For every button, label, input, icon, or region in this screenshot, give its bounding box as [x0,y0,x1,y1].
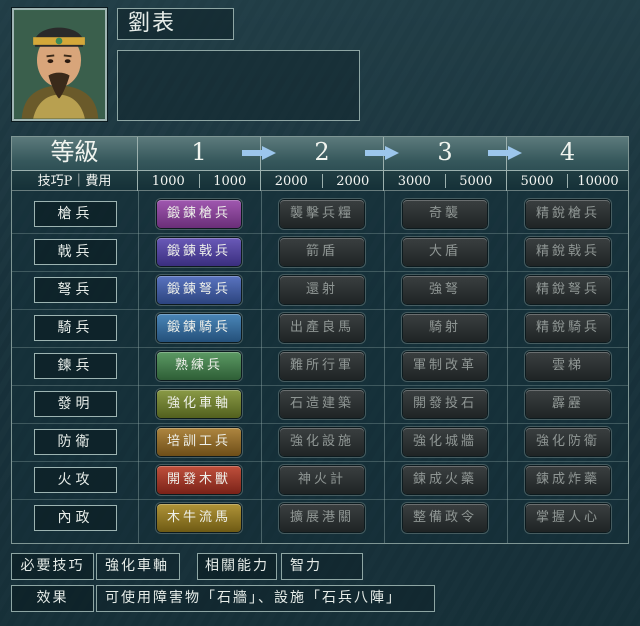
tier-cost-2: 2000 2000 [261,170,383,191]
arrow-right-icon [365,146,399,160]
tech-row-invention: 發明 強化車軸 石造建築 開發投石 霹靂 [12,386,628,424]
arrow-right-icon [488,146,522,160]
skill-button[interactable]: 鍛鍊弩兵 [157,276,241,304]
tier-gold-cost: 1000 [213,174,247,189]
tier-tech-points: 3000 [397,174,431,189]
skill-button[interactable]: 襲擊兵糧 [280,200,364,228]
skill-button[interactable]: 奇襲 [403,200,487,228]
skill-button[interactable]: 精銳槍兵 [526,200,610,228]
tier-gold-cost: 2000 [336,174,370,189]
tier-gold-cost: 10000 [577,174,619,189]
related-ability-value: 智力 [281,553,363,580]
effect-label: 效果 [11,585,94,612]
category-label: 發明 [34,391,117,417]
tech-row-halberd: 戟兵 鍛鍊戟兵 箭盾 大盾 精銳戟兵 [12,234,628,272]
required-skill-value: 強化車軸 [96,553,180,580]
skill-button[interactable]: 大盾 [403,238,487,266]
skill-button[interactable]: 開發木獸 [157,466,241,494]
arrow-right-icon [242,146,276,160]
category-label: 內政 [34,505,117,531]
tier-level-4: 4 [559,138,576,166]
category-label: 戟兵 [34,239,117,265]
skill-button[interactable]: 強化城牆 [403,428,487,456]
skill-button[interactable]: 鍊成炸藥 [526,466,610,494]
related-ability-label: 相關能力 [197,553,277,580]
skill-button[interactable]: 箭盾 [280,238,364,266]
skill-button[interactable]: 鍛鍊戟兵 [157,238,241,266]
tier-cost-1: 1000 1000 [138,170,260,191]
officer-description [117,50,360,121]
skill-button[interactable]: 整備政令 [403,504,487,532]
category-label: 弩兵 [34,277,117,303]
tier-tech-points: 1000 [151,174,185,189]
skill-button[interactable]: 石造建築 [280,390,364,418]
tier-cost-4: 5000 10000 [507,170,628,191]
skill-button[interactable]: 出產良馬 [280,314,364,342]
skill-button[interactable]: 強化防衛 [526,428,610,456]
tier-header-4: 4 5000 10000 [507,137,628,191]
skill-button[interactable]: 鍛鍊槍兵 [157,200,241,228]
effect-value: 可使用障害物「石牆」、設施「石兵八陣」 [96,585,435,612]
tech-row-training: 鍊兵 熟練兵 難所行軍 軍制改革 雲梯 [12,348,628,386]
tier-cost-3: 3000 5000 [384,170,506,191]
required-skill-label: 必要技巧 [11,553,94,580]
category-label: 防衛 [34,429,117,455]
category-label: 槍兵 [34,201,117,227]
cost-label: 技巧P｜費用 [12,170,137,191]
tier-gold-cost: 5000 [459,174,493,189]
skill-button[interactable]: 鍛鍊騎兵 [157,314,241,342]
tech-tree-grid: 等級 技巧P｜費用 1 1000 1000 2 2000 2000 3 3000… [11,136,629,544]
skill-button[interactable]: 擴展港關 [280,504,364,532]
tech-row-crossbow: 弩兵 鍛鍊弩兵 還射 強弩 精銳弩兵 [12,272,628,310]
category-label: 騎兵 [34,315,117,341]
officer-name: 劉表 [117,8,234,40]
skill-button[interactable]: 掌握人心 [526,504,610,532]
skill-button[interactable]: 雲梯 [526,352,610,380]
tech-row-defense: 防衛 培訓工兵 強化設施 強化城牆 強化防衛 [12,424,628,462]
tier-tech-points: 2000 [274,174,308,189]
skill-button[interactable]: 鍊成火藥 [403,466,487,494]
tech-row-cavalry: 騎兵 鍛鍊騎兵 出產良馬 騎射 精銳騎兵 [12,310,628,348]
skill-button[interactable]: 騎射 [403,314,487,342]
rank-header: 等級 技巧P｜費用 [12,137,138,191]
skill-button[interactable]: 神火計 [280,466,364,494]
skill-button[interactable]: 難所行軍 [280,352,364,380]
skill-button[interactable]: 熟練兵 [157,352,241,380]
rank-label: 等級 [50,138,99,166]
skill-button[interactable]: 強化設施 [280,428,364,456]
skill-button[interactable]: 精銳戟兵 [526,238,610,266]
tech-row-domestic: 內政 木牛流馬 擴展港關 整備政令 掌握人心 [12,500,628,538]
portrait-image [14,10,105,119]
skill-button[interactable]: 開發投石 [403,390,487,418]
skill-button[interactable]: 培訓工兵 [157,428,241,456]
skill-button[interactable]: 霹靂 [526,390,610,418]
skill-button[interactable]: 精銳騎兵 [526,314,610,342]
tier-tech-points: 5000 [520,174,554,189]
skill-button[interactable]: 還射 [280,276,364,304]
skill-button[interactable]: 強化車軸 [157,390,241,418]
skill-button[interactable]: 精銳弩兵 [526,276,610,304]
category-label: 鍊兵 [34,353,117,379]
skill-button[interactable]: 木牛流馬 [157,504,241,532]
skill-button[interactable]: 強弩 [403,276,487,304]
tech-row-spear: 槍兵 鍛鍊槍兵 襲擊兵糧 奇襲 精銳槍兵 [12,196,628,234]
category-label: 火攻 [34,467,117,493]
officer-portrait [11,7,108,122]
skill-button[interactable]: 軍制改革 [403,352,487,380]
tech-row-fire-attack: 火攻 開發木獸 神火計 鍊成火藥 鍊成炸藥 [12,462,628,500]
